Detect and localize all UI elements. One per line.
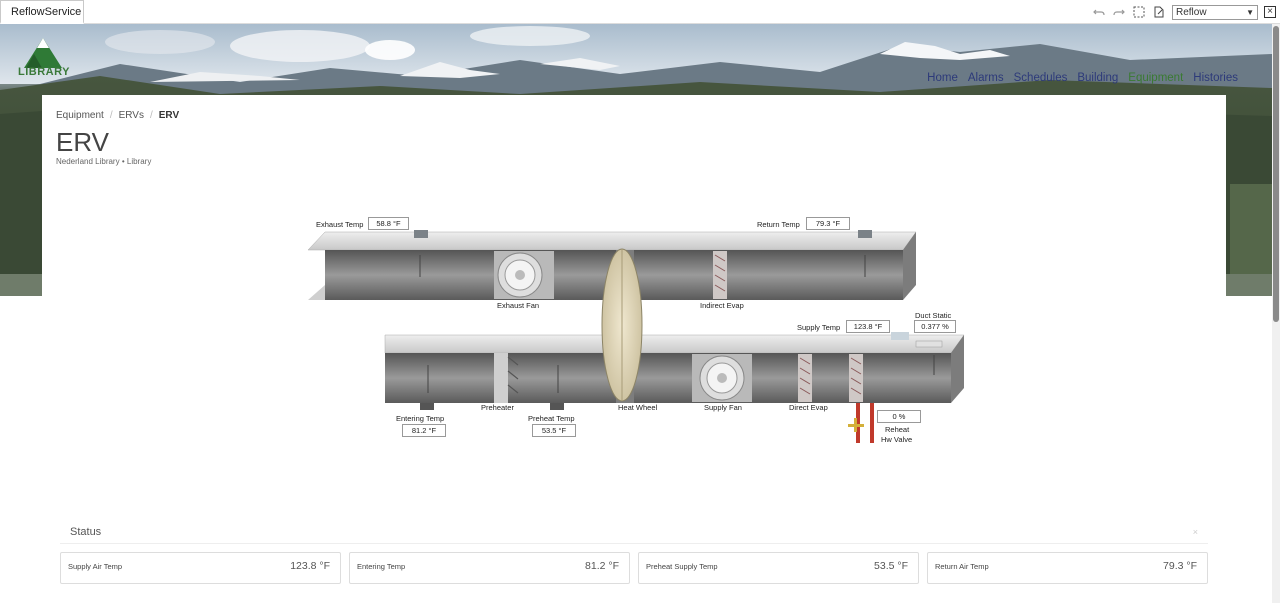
reheat-valve-label-line2: Hw Valve (881, 435, 913, 444)
direct-evap-icon (798, 354, 812, 402)
status-heading: Status (70, 526, 102, 538)
duct-static-sensor-icon (915, 340, 943, 348)
scrollbar-thumb[interactable] (1273, 26, 1279, 322)
profile-select[interactable]: Reflow ▼ (1172, 4, 1258, 20)
status-tile-value: 81.2 °F (585, 560, 619, 572)
redo-icon[interactable] (1112, 5, 1126, 19)
nav-home[interactable]: Home (927, 72, 958, 84)
supply-fan-icon (692, 354, 752, 402)
reheat-coil-icon (849, 354, 863, 402)
status-tile[interactable]: Supply Air Temp 123.8 °F (60, 552, 341, 584)
return-temp-value[interactable]: 79.3 °F (806, 217, 850, 230)
entering-temp-label: Entering Temp (396, 414, 445, 423)
window-toolbar: ReflowService Reflow ▼ × (0, 0, 1280, 24)
nav-alarms[interactable]: Alarms (968, 72, 1004, 84)
document-edit-icon[interactable] (1152, 5, 1166, 19)
preheat-temp-sensor-icon (550, 403, 564, 410)
supply-fan-label: Supply Fan (704, 403, 742, 412)
erv-diagram: Exhaust Temp 58.8 °F Return Temp 79.3 °F… (42, 95, 1226, 455)
nav-schedules[interactable]: Schedules (1014, 72, 1068, 84)
nav-building[interactable]: Building (1077, 72, 1118, 84)
return-temp-label: Return Temp (757, 220, 800, 229)
heat-wheel-label: Heat Wheel (618, 403, 658, 412)
undo-icon[interactable] (1092, 5, 1106, 19)
content-card: Equipment / ERVs / ERV ERV Nederland Lib… (42, 95, 1226, 603)
direct-evap-label: Direct Evap (789, 403, 828, 412)
select-region-icon[interactable] (1132, 5, 1146, 19)
exhaust-temp-value[interactable]: 58.8 °F (368, 217, 409, 230)
supply-temp-sensor-icon (891, 332, 909, 340)
heat-wheel-icon (601, 248, 643, 403)
app-tab[interactable]: ReflowService (0, 0, 84, 24)
status-tile[interactable]: Preheat Supply Temp 53.5 °F (638, 552, 919, 584)
status-tile-label: Return Air Temp (935, 562, 989, 571)
entering-temp-value[interactable]: 81.2 °F (402, 424, 446, 437)
close-icon[interactable]: × (1264, 6, 1276, 18)
supply-temp-value[interactable]: 123.8 °F (846, 320, 890, 333)
chevron-down-icon: ▼ (1246, 7, 1254, 17)
nav-histories[interactable]: Histories (1193, 72, 1238, 84)
indirect-evap-label: Indirect Evap (700, 301, 744, 310)
preheat-temp-value[interactable]: 53.5 °F (532, 424, 576, 437)
exhaust-temp-label: Exhaust Temp (316, 220, 364, 229)
return-temp-sensor-icon (858, 230, 872, 238)
indirect-evap-icon (713, 251, 727, 299)
status-tile-value: 53.5 °F (874, 560, 908, 572)
supply-temp-label: Supply Temp (797, 323, 841, 332)
status-tile-value: 123.8 °F (290, 560, 330, 572)
reheat-valve-value[interactable]: 0 % (877, 410, 921, 423)
status-tile-label: Supply Air Temp (68, 562, 123, 571)
nav-equipment[interactable]: Equipment (1128, 72, 1183, 84)
status-tile[interactable]: Return Air Temp 79.3 °F (927, 552, 1208, 584)
preheater-label: Preheater (481, 403, 514, 412)
divider (60, 543, 1208, 544)
exhaust-fan-label: Exhaust Fan (497, 301, 540, 310)
exhaust-fan-icon (494, 251, 554, 299)
page-scrollbar[interactable] (1272, 24, 1280, 603)
status-tile-value: 79.3 °F (1163, 560, 1197, 572)
exhaust-temp-sensor-icon (414, 230, 428, 238)
status-tile[interactable]: Entering Temp 81.2 °F (349, 552, 630, 584)
hw-pipe-icon (848, 403, 874, 443)
entering-temp-sensor-icon (420, 403, 434, 410)
status-tile-label: Entering Temp (357, 562, 406, 571)
duct-static-label: Duct Static (915, 311, 952, 320)
upper-duct-top (307, 231, 917, 251)
logo-text: LIBRARY (18, 66, 70, 78)
erv-duct-graphic (307, 230, 965, 443)
lower-duct-top (384, 334, 965, 354)
duct-static-value[interactable]: 0.377 % (914, 320, 956, 333)
toolbar-icons: Reflow ▼ × (1092, 0, 1280, 24)
lower-duct-body (385, 353, 951, 403)
status-close-icon[interactable]: × (1193, 527, 1198, 537)
status-tile-label: Preheat Supply Temp (646, 562, 718, 571)
reheat-valve-label-line1: Reheat (885, 425, 910, 434)
main-nav: Home Alarms Schedules Building Equipment… (917, 72, 1238, 84)
preheat-temp-label: Preheat Temp (528, 414, 575, 423)
